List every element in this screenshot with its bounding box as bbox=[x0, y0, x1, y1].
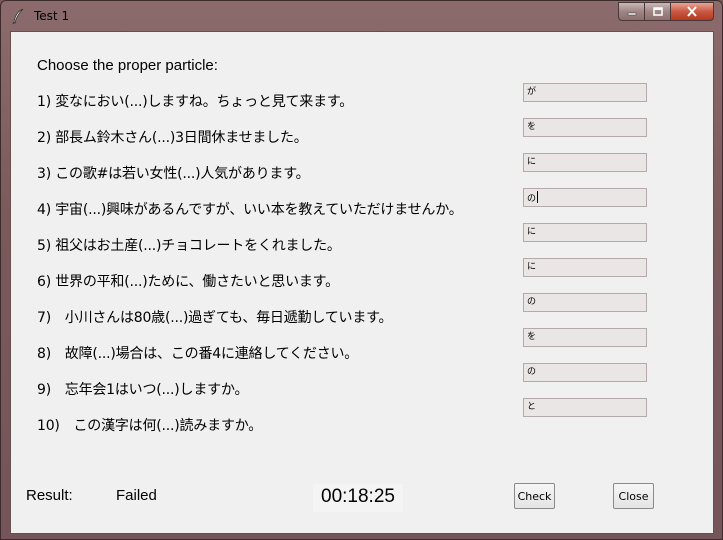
minimize-button[interactable] bbox=[618, 2, 644, 21]
quill-icon bbox=[11, 8, 25, 25]
result-value: Failed bbox=[116, 487, 157, 504]
question-9: 9) 忘年会1はいつ(...)しますか。 bbox=[37, 382, 249, 398]
question-6: 6) 世界の平和(...)ために、働さたいと思います。 bbox=[37, 274, 339, 290]
app-window: Test 1 Choose the proper particle: 1) 変な… bbox=[0, 0, 723, 540]
question-2: 2) 部長ム鈴木さん(...)3日間休ませました。 bbox=[37, 130, 308, 146]
content-area: Choose the proper particle: 1) 変なにおい(...… bbox=[10, 31, 714, 534]
text-caret bbox=[537, 191, 539, 203]
answer-input-10[interactable]: と bbox=[523, 398, 647, 417]
answer-input-4[interactable]: の bbox=[523, 188, 647, 207]
question-7: 7) 小川さんは80歳(...)過ぎても、毎日遞勤しています。 bbox=[37, 310, 393, 326]
instruction-text: Choose the proper particle: bbox=[37, 57, 218, 74]
close-window-button[interactable] bbox=[670, 2, 714, 21]
window-title: Test 1 bbox=[34, 9, 70, 23]
close-icon bbox=[687, 6, 697, 17]
question-1: 1) 変なにおい(...)しますね。ちょっと見て来ます。 bbox=[37, 94, 354, 110]
answer-input-7[interactable]: の bbox=[523, 293, 647, 312]
minimize-icon bbox=[627, 12, 636, 15]
title-bar[interactable]: Test 1 bbox=[1, 1, 722, 31]
question-5: 5) 祖父はお土産(...)チョコレートをくれました。 bbox=[37, 238, 341, 254]
question-8: 8) 故障(...)場合は、この番4に連絡してください。 bbox=[37, 346, 359, 362]
close-button[interactable]: Close bbox=[613, 483, 654, 509]
question-4: 4) 宇宙(...)興味があるんですが、いい本を教えていただけませんか。 bbox=[37, 202, 463, 218]
maximize-button[interactable] bbox=[644, 2, 670, 21]
check-button[interactable]: Check bbox=[514, 483, 555, 509]
answer-input-5[interactable]: に bbox=[523, 223, 647, 242]
answer-input-4-value: の bbox=[527, 194, 537, 204]
timer-display: 00:18:25 bbox=[313, 484, 403, 512]
answer-input-3[interactable]: に bbox=[523, 153, 647, 172]
answer-input-8[interactable]: を bbox=[523, 328, 647, 347]
answer-input-2[interactable]: を bbox=[523, 118, 647, 137]
answer-input-6[interactable]: に bbox=[523, 258, 647, 277]
maximize-icon bbox=[652, 6, 663, 16]
answer-input-1[interactable]: が bbox=[523, 83, 647, 102]
question-10: 10) この漢字は何(...)読みますか。 bbox=[37, 418, 263, 434]
answer-input-9[interactable]: の bbox=[523, 363, 647, 382]
result-label: Result: bbox=[26, 487, 73, 504]
question-3: 3) この歌#は若い女性(...)人気があります。 bbox=[37, 166, 310, 182]
